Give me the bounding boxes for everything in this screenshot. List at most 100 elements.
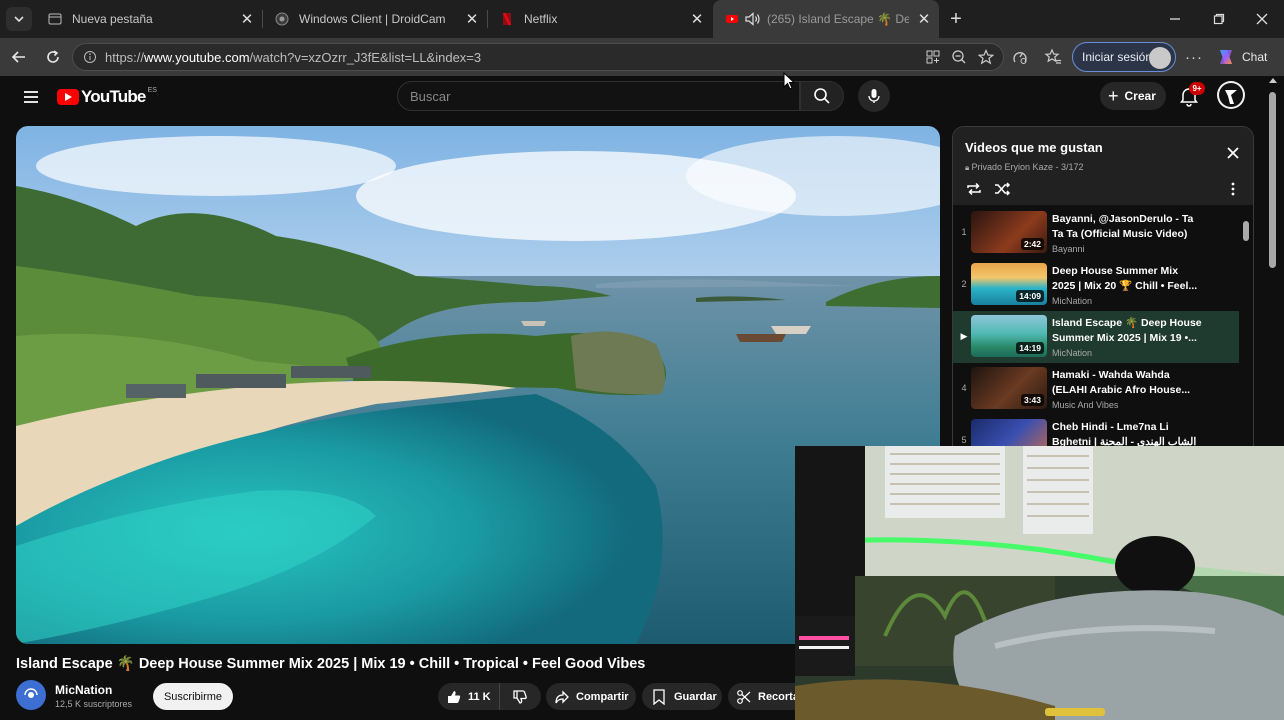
close-icon[interactable]: ✕ [909,10,939,28]
search-button[interactable] [800,81,844,111]
profile-avatar-icon [1149,47,1171,69]
tab-label: Windows Client | DroidCam [299,12,446,26]
loop-icon[interactable] [965,181,983,197]
performance-icon[interactable] [1009,46,1031,68]
back-button[interactable] [4,42,34,72]
netflix-icon [502,12,512,26]
new-tab-button[interactable]: + [944,8,968,30]
microphone-icon [868,89,880,103]
playlist-item[interactable]: 2 14:09 Deep House Summer Mix 2025 | Mix… [953,259,1239,311]
tab-actions-button[interactable] [6,7,32,31]
zoom-icon[interactable] [948,46,970,68]
tab-label: (265) Island Escape 🌴 Deep H [767,12,909,26]
url-prefix: https:// [105,49,145,65]
dislike-button[interactable] [500,683,540,710]
close-window-button[interactable] [1240,0,1284,38]
signin-button[interactable]: Iniciar sesión [1072,42,1176,72]
mouse-cursor-icon [783,72,795,90]
minimize-icon [1170,18,1180,20]
browser-tab-bar: Nueva pestaña ✕ Windows Client | DroidCa… [0,0,1284,38]
copilot-chat-button[interactable]: Chat [1216,42,1267,72]
share-button[interactable]: Compartir [546,683,636,710]
address-bar[interactable]: https://www.youtube.com/watch?v=xzOzrr_J… [72,43,1004,71]
plus-icon: + [1108,86,1119,106]
video-thumbnail[interactable]: 14:09 [971,263,1047,305]
channel-name[interactable]: MicNation [55,683,112,697]
collections-icon[interactable] [1042,46,1064,68]
playlist-title[interactable]: Videos que me gustan [965,140,1103,155]
channel-logo-icon [24,688,38,698]
browser-toolbar: https://www.youtube.com/watch?v=xzOzrr_J… [0,38,1284,76]
playlist-item-channel: MicNation [1052,348,1093,358]
search-input[interactable]: Buscar [397,81,800,111]
playlist-index: 1 [961,227,967,237]
like-button[interactable]: 11 K [438,683,500,710]
more-vertical-icon[interactable] [1227,181,1239,197]
site-info-icon[interactable] [83,50,97,64]
tab-netflix[interactable]: Netflix ✕ [488,0,712,38]
favorite-star-icon[interactable] [975,46,997,68]
minimize-button[interactable] [1153,0,1197,38]
close-icon[interactable] [1225,145,1241,161]
subscribe-button[interactable]: Suscribirme [153,683,233,710]
tab-label: Netflix [524,12,558,26]
account-avatar[interactable] [1217,81,1245,109]
avatar-icon [1219,83,1243,107]
close-icon[interactable]: ✕ [682,10,712,28]
logo-country: ES [147,87,157,94]
scrollbar-thumb[interactable] [1269,92,1276,268]
playlist-index: 2 [961,279,967,289]
reload-icon [47,50,59,63]
restore-button[interactable] [1197,0,1241,38]
more-menu-icon[interactable]: ··· [1183,46,1205,68]
save-label: Guardar [674,690,717,703]
playlist-item-current[interactable]: ▶ 14:19 Island Escape 🌴 Deep House Summe… [953,311,1239,363]
playlist-item-channel: Music And Vibes [1052,400,1119,410]
save-button[interactable]: Guardar [642,683,722,710]
playlist-item[interactable]: 4 3:43 Hamaki - Wahda Wahda (ELAHI Arabi… [953,363,1239,415]
app-available-icon[interactable] [922,46,944,68]
subscriber-count: 12,5 K suscriptores [55,699,133,709]
tab-droidcam[interactable]: Windows Client | DroidCam ✕ [263,0,487,38]
video-thumbnail[interactable]: 14:19 [971,315,1047,357]
video-title: Island Escape 🌴 Deep House Summer Mix 20… [16,656,646,672]
video-duration: 3:43 [1020,394,1044,406]
video-thumbnail[interactable]: 3:43 [971,367,1047,409]
video-thumbnail[interactable]: 2:42 [971,211,1047,253]
create-button[interactable]: + Crear [1100,82,1166,110]
playlist-item-channel: MicNation [1052,296,1093,306]
playlist-item[interactable]: 1 2:42 Bayanni, @JasonDerulo - Ta Ta Ta … [953,207,1239,259]
video-duration: 2:42 [1020,238,1044,250]
webcam-overlay [795,446,1284,720]
tab-youtube[interactable]: (265) Island Escape 🌴 Deep H ✕ [713,0,939,38]
shuffle-icon[interactable] [993,181,1011,197]
share-label: Compartir [576,690,629,703]
webcam-room-scene [795,446,1284,720]
scrollbar-thumb[interactable] [1243,221,1249,241]
now-playing-icon: ▶ [960,331,968,341]
hamburger-menu-icon[interactable] [20,86,42,108]
close-icon[interactable]: ✕ [457,10,487,28]
playlist-index: 4 [961,383,967,393]
voice-search-button[interactable] [858,80,890,112]
reload-button[interactable] [38,42,68,72]
playlist-item-title: Island Escape 🌴 Deep House Summer Mix 20… [1052,317,1202,344]
speaker-icon[interactable] [745,12,761,26]
scissors-icon [737,689,751,704]
url-path: /watch?v=xzOzrr_J3fE&list=LL&index=3 [249,49,482,65]
chevron-down-icon [14,16,24,23]
youtube-logo[interactable]: YouTube ES [57,86,157,108]
restore-icon [1213,13,1225,25]
close-icon[interactable]: ✕ [232,10,262,28]
playlist-item-title: Deep House Summer Mix 2025 | Mix 20 🏆 Ch… [1052,265,1198,292]
like-count: 11 K [468,690,491,703]
playlist-meta-text: Privado Eryion Kaze - 3/172 [971,162,1084,172]
arrow-left-icon [11,51,25,63]
playlist-index: 5 [961,435,967,445]
url-host: www.youtube.com [144,49,250,65]
notifications-badge: 9+ [1189,82,1205,95]
channel-avatar[interactable] [16,680,46,710]
playlist-header: Videos que me gustan 🔒︎ Privado Eryion K… [953,127,1253,205]
tab-new-tab[interactable]: Nueva pestaña ✕ [36,0,262,38]
close-icon [1256,13,1268,25]
